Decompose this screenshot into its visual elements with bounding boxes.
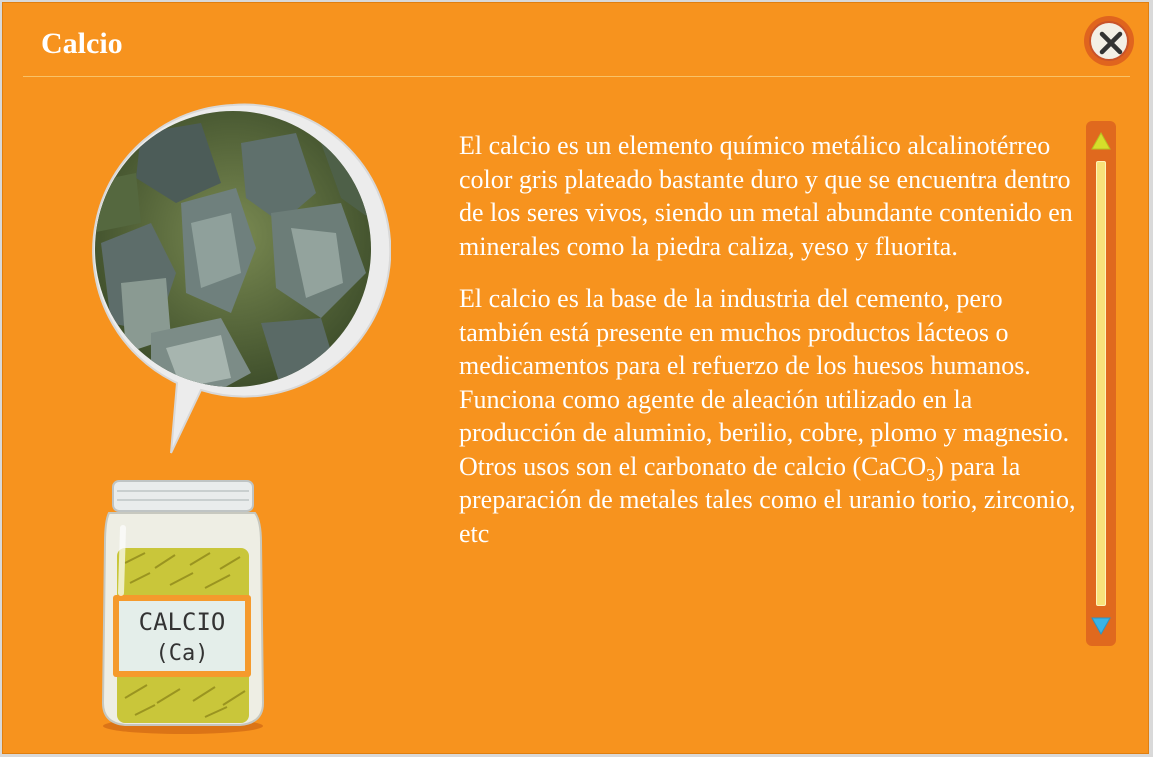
close-icon: [1089, 21, 1129, 61]
arrow-down-icon[interactable]: [1090, 612, 1112, 636]
scroll-track[interactable]: [1096, 161, 1106, 606]
title-divider: [23, 76, 1130, 77]
close-button[interactable]: [1084, 16, 1134, 66]
calcio-dialog: Calcio CALCIO (Ca) El calcio es un eleme…: [2, 2, 1149, 754]
dialog-title: Calcio: [41, 27, 123, 60]
calcium-rocks-bubble: [92, 103, 391, 454]
paragraph-1: El calcio es un elemento químico metálic…: [459, 131, 1073, 261]
calcio-jar: CALCIO (Ca): [101, 480, 265, 734]
scrollbar[interactable]: [1086, 121, 1116, 646]
paragraph-2-subscript: 3: [926, 464, 936, 485]
jar-label-line2: (Ca): [156, 641, 209, 666]
paragraph-2: El calcio es la base de la industria del…: [459, 282, 1084, 550]
arrow-up-icon[interactable]: [1090, 131, 1112, 155]
jar-label-line1: CALCIO: [139, 608, 226, 636]
content-text: El calcio es un elemento químico metálic…: [459, 129, 1084, 569]
